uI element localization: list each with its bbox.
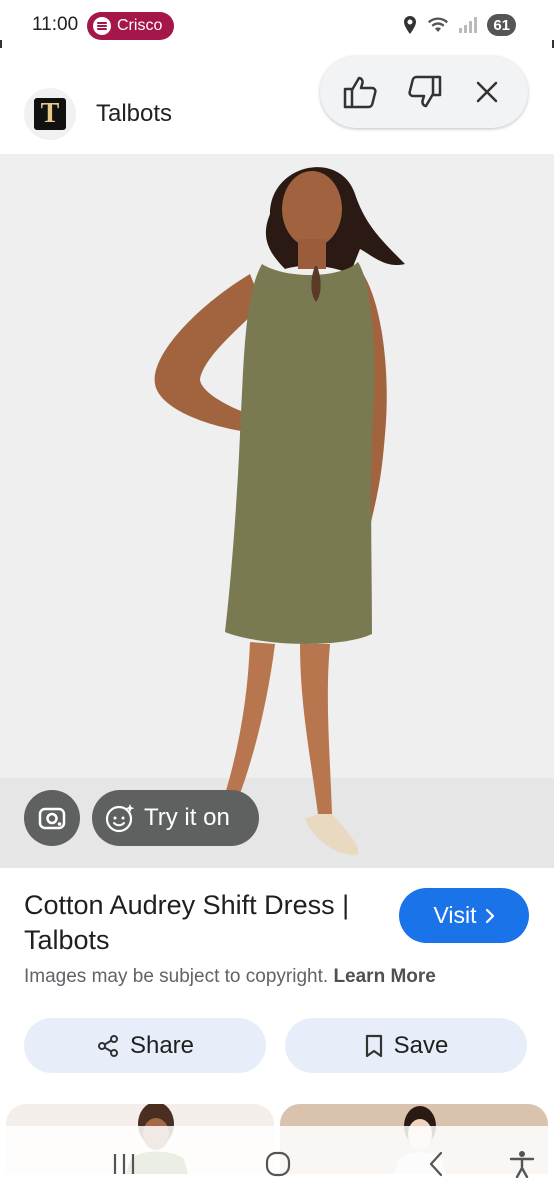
home-button[interactable] xyxy=(262,1148,294,1180)
visit-button[interactable]: Visit xyxy=(399,888,529,943)
feedback-bar xyxy=(320,56,528,128)
location-icon xyxy=(404,16,417,34)
site-logo[interactable]: T xyxy=(24,88,76,140)
visit-label: Visit xyxy=(433,902,477,928)
signal-icon xyxy=(459,17,478,33)
accessibility-icon xyxy=(509,1151,535,1178)
share-icon xyxy=(97,1034,118,1057)
status-time: 11:00 xyxy=(32,14,79,35)
product-title: Cotton Audrey Shift Dress | Talbots xyxy=(24,890,350,955)
screen-edge-left xyxy=(0,40,2,48)
sparkle-face-icon xyxy=(105,804,135,833)
battery-level: 61 xyxy=(493,16,510,34)
thumbs-down-icon xyxy=(408,75,442,108)
try-it-on-button[interactable]: Try it on xyxy=(92,790,259,846)
google-lens-button[interactable] xyxy=(24,790,80,846)
close-icon xyxy=(476,81,497,103)
learn-more-link[interactable]: Learn More xyxy=(333,966,435,987)
thumbs-up-button[interactable] xyxy=(339,70,383,114)
talbots-logo-mark: T xyxy=(34,98,66,130)
copyright-text: Images may be subject to copyright. xyxy=(24,966,329,987)
try-it-on-label: Try it on xyxy=(144,804,230,831)
lens-camera-icon xyxy=(38,807,66,830)
back-icon xyxy=(429,1151,443,1177)
share-label: Share xyxy=(129,1031,195,1059)
thumbs-up-icon xyxy=(344,76,377,109)
save-label: Save xyxy=(393,1031,449,1059)
media-chip-label: Crisco xyxy=(117,17,163,34)
back-button[interactable] xyxy=(420,1148,452,1180)
copyright-notice: Images may be subject to copyright. Lear… xyxy=(24,966,436,988)
chevron-right-icon xyxy=(485,908,494,923)
accessibility-button[interactable] xyxy=(506,1148,538,1180)
product-image[interactable] xyxy=(0,154,554,868)
spotify-icon xyxy=(93,17,111,35)
recent-apps-icon xyxy=(113,1154,135,1174)
home-icon xyxy=(265,1151,291,1177)
status-icons: 61 xyxy=(403,14,516,36)
site-name[interactable]: Talbots xyxy=(96,100,172,128)
battery-indicator: 61 xyxy=(487,14,516,36)
status-bar: 11:00 Crisco 61 xyxy=(0,0,554,52)
system-nav-bar xyxy=(0,1126,554,1200)
model-in-dress-figure xyxy=(154,167,405,855)
wifi-icon xyxy=(428,17,449,32)
media-chip[interactable]: Crisco xyxy=(87,12,175,40)
bookmark-icon xyxy=(365,1034,382,1057)
recent-apps-button[interactable] xyxy=(108,1148,140,1180)
thumbs-down-button[interactable] xyxy=(402,70,446,114)
share-button[interactable]: Share xyxy=(24,1018,266,1073)
close-button[interactable] xyxy=(465,70,509,114)
save-button[interactable]: Save xyxy=(285,1018,527,1073)
